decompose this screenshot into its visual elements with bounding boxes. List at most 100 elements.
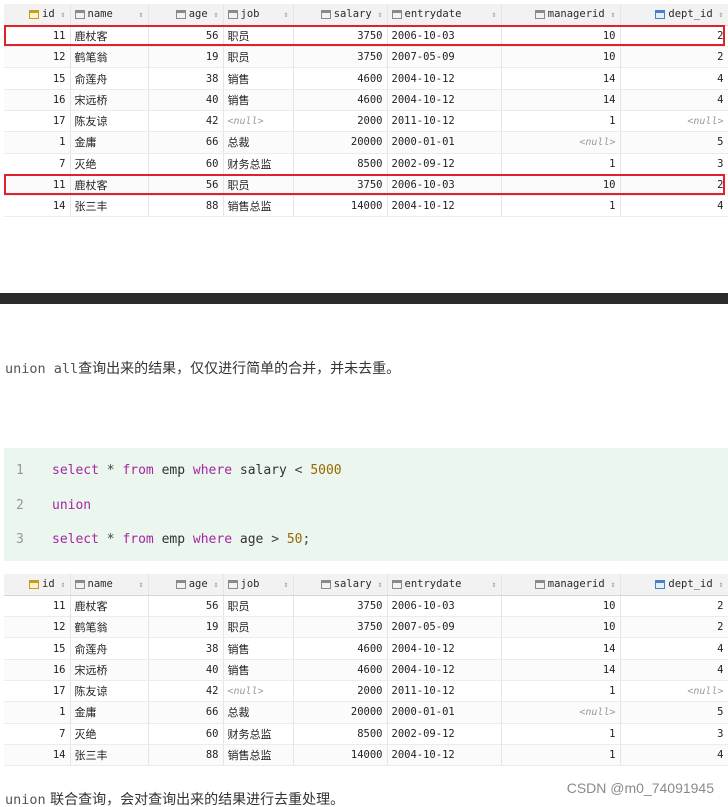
cell-salary[interactable]: 3750 <box>293 595 388 618</box>
cell-name[interactable]: 金庸 <box>70 131 149 154</box>
cell-id[interactable]: 12 <box>4 46 71 69</box>
table-row[interactable]: 14 张三丰 88 销售总监 14000 2004-10-12 1 4 <box>4 744 728 767</box>
cell-age[interactable]: 66 <box>148 131 224 154</box>
table-row[interactable]: 11 鹿杖客 56 职员 3750 2006-10-03 10 2 <box>4 174 728 197</box>
cell-managerid[interactable]: 10 <box>501 616 621 639</box>
cell-age[interactable]: 88 <box>148 744 224 767</box>
cell-salary[interactable]: 4600 <box>293 89 388 111</box>
cell-entrydate[interactable]: 2007-05-09 <box>387 616 502 639</box>
cell-job[interactable]: 职员 <box>223 616 294 639</box>
column-header-job[interactable]: job ⇕ <box>223 4 294 26</box>
cell-entrydate[interactable]: 2000-01-01 <box>387 131 502 154</box>
cell-id[interactable]: 1 <box>4 131 71 154</box>
cell-managerid[interactable]: <null> <box>501 131 621 154</box>
column-header-managerid[interactable]: managerid ⇕ <box>501 574 621 596</box>
column-header-id[interactable]: id ⇕ <box>4 4 71 26</box>
cell-dept_id[interactable]: 2 <box>620 595 728 618</box>
sort-icon[interactable]: ⇕ <box>61 10 66 19</box>
cell-name[interactable]: 宋远桥 <box>70 89 149 111</box>
cell-job[interactable]: <null> <box>223 110 294 133</box>
cell-name[interactable]: 陈友谅 <box>70 110 149 133</box>
column-header-name[interactable]: name ⇕ <box>70 574 149 596</box>
cell-job[interactable]: 总裁 <box>223 131 294 154</box>
column-header-salary[interactable]: salary ⇕ <box>293 4 388 26</box>
cell-age[interactable]: 40 <box>148 659 224 681</box>
cell-id[interactable]: 14 <box>4 744 71 767</box>
cell-age[interactable]: 42 <box>148 680 224 703</box>
table-row[interactable]: 15 俞莲舟 38 销售 4600 2004-10-12 14 4 <box>4 67 728 90</box>
cell-age[interactable]: 66 <box>148 701 224 724</box>
cell-age[interactable]: 38 <box>148 637 224 660</box>
cell-entrydate[interactable]: 2004-10-12 <box>387 637 502 660</box>
cell-dept_id[interactable]: 4 <box>620 637 728 660</box>
cell-id[interactable]: 11 <box>4 595 71 618</box>
cell-id[interactable]: 1 <box>4 701 71 724</box>
cell-name[interactable]: 张三丰 <box>70 195 149 218</box>
cell-job[interactable]: 职员 <box>223 595 294 618</box>
table-row[interactable]: 1 金庸 66 总裁 20000 2000-01-01 <null> 5 <box>4 701 728 724</box>
cell-entrydate[interactable]: 2002-09-12 <box>387 153 502 175</box>
table-row[interactable]: 16 宋远桥 40 销售 4600 2004-10-12 14 4 <box>4 89 728 111</box>
cell-entrydate[interactable]: 2004-10-12 <box>387 195 502 218</box>
sort-icon[interactable]: ⇕ <box>611 10 616 19</box>
cell-managerid[interactable]: 1 <box>501 153 621 175</box>
column-header-managerid[interactable]: managerid ⇕ <box>501 4 621 26</box>
cell-age[interactable]: 19 <box>148 46 224 69</box>
sort-icon[interactable]: ⇕ <box>719 10 724 19</box>
column-header-job[interactable]: job ⇕ <box>223 574 294 596</box>
cell-managerid[interactable]: 10 <box>501 25 621 48</box>
cell-id[interactable]: 14 <box>4 195 71 218</box>
cell-job[interactable]: 财务总监 <box>223 153 294 175</box>
cell-managerid[interactable]: 10 <box>501 595 621 618</box>
cell-managerid[interactable]: 10 <box>501 174 621 197</box>
cell-dept_id[interactable]: <null> <box>620 680 728 703</box>
cell-salary[interactable]: 14000 <box>293 744 388 767</box>
cell-job[interactable]: 总裁 <box>223 701 294 724</box>
sort-icon[interactable]: ⇕ <box>378 10 383 19</box>
column-header-entrydate[interactable]: entrydate ⇕ <box>387 574 502 596</box>
cell-managerid[interactable]: 1 <box>501 723 621 745</box>
cell-entrydate[interactable]: 2002-09-12 <box>387 723 502 745</box>
cell-job[interactable]: <null> <box>223 680 294 703</box>
cell-name[interactable]: 宋远桥 <box>70 659 149 681</box>
column-header-salary[interactable]: salary ⇕ <box>293 574 388 596</box>
table-row[interactable]: 17 陈友谅 42 <null> 2000 2011-10-12 1 <null> <box>4 680 728 703</box>
cell-job[interactable]: 销售 <box>223 659 294 681</box>
cell-entrydate[interactable]: 2004-10-12 <box>387 744 502 767</box>
table-row[interactable]: 1 金庸 66 总裁 20000 2000-01-01 <null> 5 <box>4 131 728 154</box>
sort-icon[interactable]: ⇕ <box>611 580 616 589</box>
cell-id[interactable]: 12 <box>4 616 71 639</box>
cell-salary[interactable]: 4600 <box>293 67 388 90</box>
cell-dept_id[interactable]: 2 <box>620 174 728 197</box>
cell-name[interactable]: 鹿杖客 <box>70 25 149 48</box>
cell-managerid[interactable]: 1 <box>501 195 621 218</box>
table-row[interactable]: 11 鹿杖客 56 职员 3750 2006-10-03 10 2 <box>4 595 728 618</box>
sort-icon[interactable]: ⇕ <box>214 10 219 19</box>
cell-managerid[interactable]: 14 <box>501 67 621 90</box>
sort-icon[interactable]: ⇕ <box>719 580 724 589</box>
column-header-age[interactable]: age ⇕ <box>148 4 224 26</box>
cell-entrydate[interactable]: 2004-10-12 <box>387 89 502 111</box>
cell-entrydate[interactable]: 2007-05-09 <box>387 46 502 69</box>
cell-job[interactable]: 销售总监 <box>223 744 294 767</box>
cell-salary[interactable]: 20000 <box>293 701 388 724</box>
cell-name[interactable]: 金庸 <box>70 701 149 724</box>
sort-icon[interactable]: ⇕ <box>492 580 497 589</box>
cell-job[interactable]: 销售 <box>223 67 294 90</box>
cell-name[interactable]: 鹿杖客 <box>70 174 149 197</box>
sort-icon[interactable]: ⇕ <box>284 580 289 589</box>
cell-managerid[interactable]: 14 <box>501 637 621 660</box>
cell-managerid[interactable]: <null> <box>501 701 621 724</box>
table-row[interactable]: 11 鹿杖客 56 职员 3750 2006-10-03 10 2 <box>4 25 728 48</box>
cell-age[interactable]: 56 <box>148 174 224 197</box>
column-header-name[interactable]: name ⇕ <box>70 4 149 26</box>
sort-icon[interactable]: ⇕ <box>61 580 66 589</box>
cell-entrydate[interactable]: 2006-10-03 <box>387 25 502 48</box>
cell-name[interactable]: 张三丰 <box>70 744 149 767</box>
column-header-age[interactable]: age ⇕ <box>148 574 224 596</box>
table-row[interactable]: 17 陈友谅 42 <null> 2000 2011-10-12 1 <null> <box>4 110 728 133</box>
cell-entrydate[interactable]: 2006-10-03 <box>387 174 502 197</box>
table-row[interactable]: 14 张三丰 88 销售总监 14000 2004-10-12 1 4 <box>4 195 728 218</box>
cell-managerid[interactable]: 14 <box>501 89 621 111</box>
cell-managerid[interactable]: 1 <box>501 744 621 767</box>
